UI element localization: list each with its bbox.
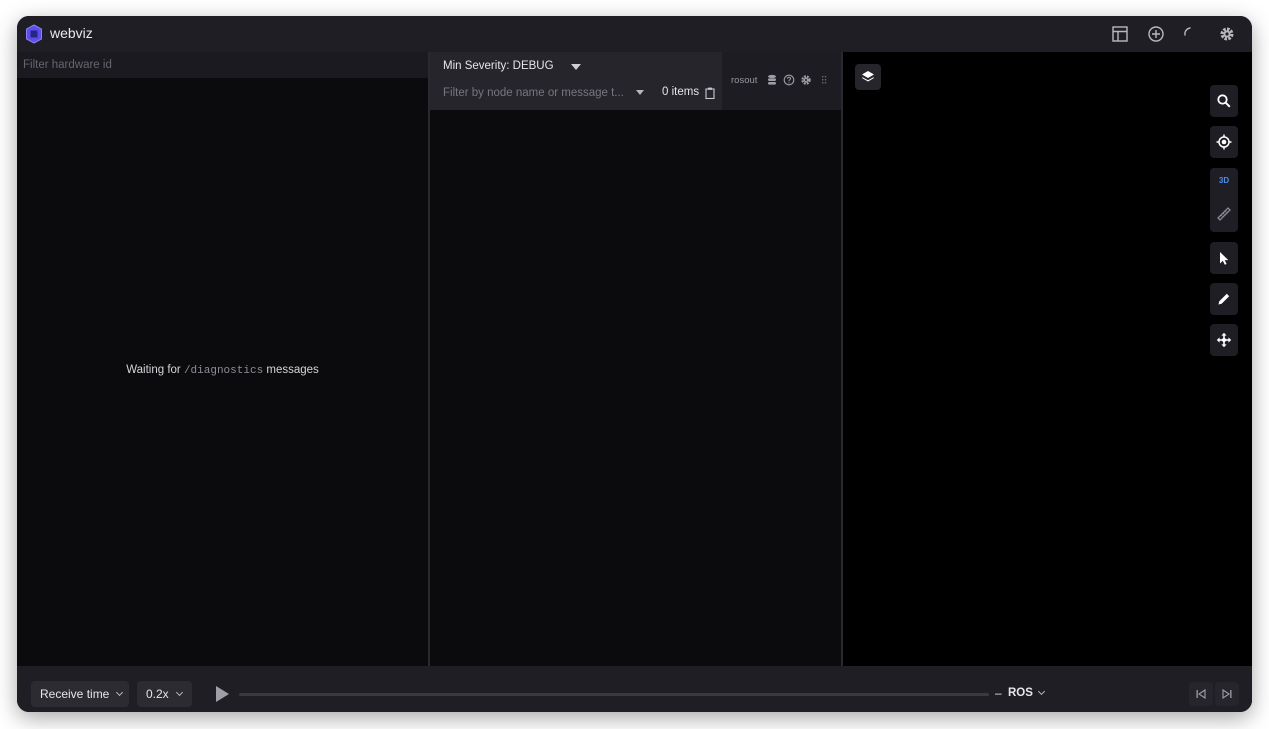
add-panel-icon[interactable] — [1146, 24, 1166, 44]
help-icon[interactable] — [783, 74, 795, 86]
skip-forward-icon — [1222, 688, 1232, 700]
rosout-controls: Min Severity: DEBUG 0 items — [430, 52, 722, 110]
crosshair-icon — [1216, 134, 1232, 150]
draw-tool-button[interactable] — [1210, 283, 1238, 315]
node-message-filter-input[interactable] — [438, 83, 628, 103]
select-tool-button[interactable] — [1210, 242, 1238, 274]
layout-icon[interactable] — [1110, 24, 1130, 44]
waiting-suffix: messages — [266, 364, 319, 376]
3d-toggle[interactable]: 3D — [1210, 176, 1238, 185]
rosout-panel: Min Severity: DEBUG 0 items rosout — [430, 52, 841, 666]
app-title: webviz — [50, 25, 93, 41]
time-separator: – — [995, 686, 1002, 700]
layers-icon — [862, 71, 874, 82]
waiting-message: Waiting for /diagnostics messages — [17, 364, 428, 377]
3d-viewer-panel: 3D — [843, 52, 1252, 666]
database-icon[interactable] — [766, 74, 778, 86]
follow-target-button[interactable] — [1210, 126, 1238, 158]
panel-settings-icon[interactable] — [800, 74, 812, 86]
playback-bar: Receive time 0.2x – ROS — [17, 666, 1252, 712]
hardware-id-filter-input[interactable] — [17, 52, 428, 78]
time-mode-dropdown[interactable]: Receive time — [31, 681, 129, 707]
speed-dropdown[interactable]: 0.2x — [137, 681, 192, 707]
speed-label: 0.2x — [146, 687, 169, 701]
loading-spinner-icon — [1184, 27, 1191, 36]
waiting-prefix: Waiting for — [126, 364, 181, 376]
title-bar: webviz — [17, 16, 1252, 52]
chevron-down-icon — [1037, 687, 1045, 696]
app-window: webviz Waiting for /diagnostics messages — [17, 16, 1252, 712]
pencil-icon — [1218, 293, 1230, 305]
cursor-icon — [1220, 252, 1229, 265]
panel-topic-label: rosout — [731, 75, 758, 86]
diagnostics-topic: /diagnostics — [183, 365, 264, 377]
move-arrows-icon — [1216, 332, 1232, 348]
seek-backward-button[interactable] — [1189, 682, 1213, 706]
data-source-dropdown[interactable]: ROS — [1008, 687, 1045, 699]
rosout-header: Min Severity: DEBUG 0 items rosout — [430, 52, 841, 110]
webviz-logo-icon — [26, 24, 42, 44]
severity-caret-icon[interactable] — [571, 64, 581, 70]
chevron-down-icon — [175, 688, 183, 697]
clipboard-icon[interactable] — [705, 87, 715, 99]
play-button-icon[interactable] — [216, 686, 229, 702]
chevron-down-icon — [116, 688, 124, 697]
search-icon — [1217, 94, 1231, 108]
ruler-icon[interactable] — [1216, 206, 1232, 222]
view-mode-group: 3D — [1210, 168, 1238, 232]
playback-scrubber[interactable] — [239, 693, 989, 696]
time-mode-label: Receive time — [40, 687, 110, 701]
search-button[interactable] — [1210, 85, 1238, 117]
filter-caret-icon[interactable] — [636, 90, 644, 95]
items-count: 0 items — [662, 86, 700, 98]
seek-forward-button[interactable] — [1215, 682, 1239, 706]
data-source-label: ROS — [1008, 687, 1033, 699]
skip-back-icon — [1196, 688, 1206, 700]
settings-gear-icon[interactable] — [1217, 24, 1237, 44]
pan-tool-button[interactable] — [1210, 324, 1238, 356]
min-severity-dropdown[interactable]: Min Severity: DEBUG — [443, 60, 554, 72]
diagnostics-panel: Waiting for /diagnostics messages — [17, 52, 428, 666]
drag-handle-icon[interactable] — [818, 74, 830, 86]
layers-button[interactable] — [855, 64, 881, 90]
